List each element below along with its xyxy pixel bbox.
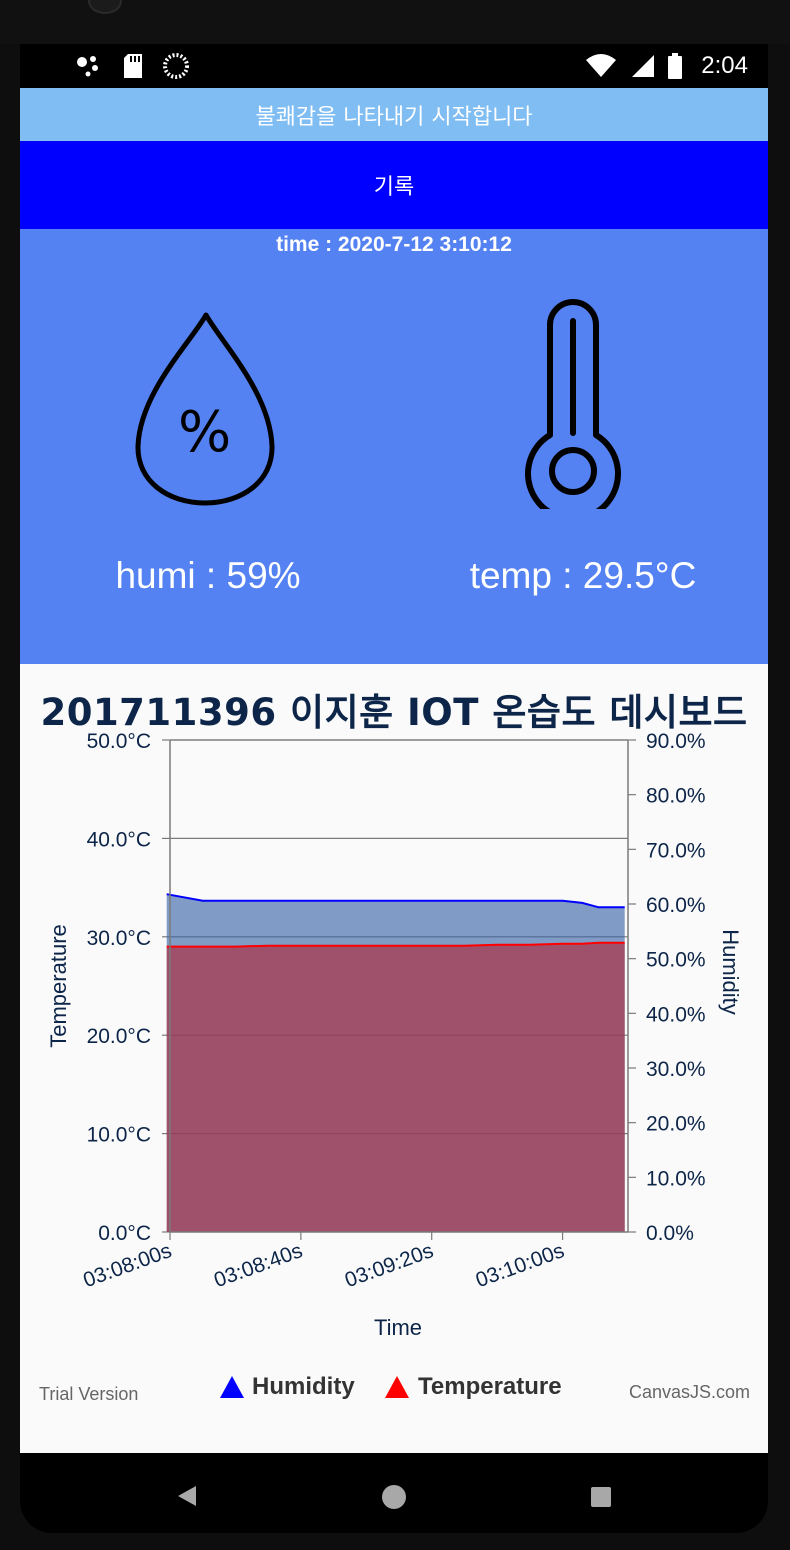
back-icon[interactable] [176,1485,198,1507]
y-tick-label: 50.0°C [87,730,151,753]
measurement-time: time : 2020-7-12 3:10:12 [276,233,512,256]
humidity-legend-marker [220,1376,244,1398]
battery-icon [668,53,683,79]
thermometer-icon [525,299,621,509]
trial-version-watermark: Trial Version [39,1384,138,1404]
sd-card-icon [124,54,142,78]
legend-humidity: Humidity [252,1373,355,1400]
y-tick-label: 30.0°C [87,927,151,950]
humidity-drop-icon: % [135,312,275,506]
status-bar: 2:04 [20,44,768,88]
x-axis-title: Time [374,1315,422,1340]
wifi-icon [586,54,617,77]
x-tick-label: 03:08:40s [211,1239,306,1292]
sensor-panel: time : 2020-7-12 3:10:12 % humi : 59% te… [20,229,768,664]
canvasjs-watermark: CanvasJS.com [629,1382,750,1402]
y2-tick-label: 30.0% [646,1058,706,1081]
svg-text:%: % [178,400,231,465]
signal-icon [632,55,655,77]
status-system: 2:04 [585,52,748,80]
x-tick-label: 03:09:20s [342,1239,437,1292]
y2-tick-label: 60.0% [646,894,706,917]
y-tick-label: 40.0°C [87,828,151,851]
status-notifications [76,52,190,80]
status-time: 2:04 [701,52,748,79]
humidity-value: humi : 59% [115,555,301,596]
y2-tick-label: 0.0% [646,1222,694,1245]
record-button[interactable]: 기록 [20,141,768,229]
navigation-bar [20,1453,768,1533]
y-tick-label: 20.0°C [87,1025,151,1048]
comfort-status-banner: 불쾌감을 나타내기 시작합니다 [20,88,768,141]
temperature-value: temp : 29.5°C [469,555,697,596]
temperature-area [166,942,625,1232]
legend-temperature: Temperature [418,1373,562,1400]
device-bezel-top [0,0,790,44]
y2-tick-label: 40.0% [646,1003,706,1026]
front-camera [88,0,122,14]
x-tick-label: 03:10:00s [473,1239,568,1292]
x-tick-label: 03:08:00s [80,1239,175,1292]
y-tick-label: 0.0°C [98,1222,151,1245]
chart-container: 201711396 이지훈 IOT 온습도 데시보드 0.0°C 10.0°C 20… [20,664,768,1453]
temperature-legend-marker [385,1376,409,1398]
y-axis-title: Temperature [46,924,71,1048]
chart-svg: 0.0°C 10.0°C 20.0°C 30.0°C 40.0°C 50.0°C 0.0% 1… [39,730,750,1404]
y2-tick-label: 70.0% [646,839,706,862]
y2-tick-label: 10.0% [646,1167,706,1190]
phone-screen: 2:04 불쾌감을 나타내기 시작합니다 기록 time : 2020-7-12… [20,44,768,1453]
y2-tick-label: 50.0% [646,949,706,972]
y2-tick-label: 90.0% [646,730,706,753]
recents-icon[interactable] [590,1486,612,1508]
y2-tick-label: 80.0% [646,785,706,808]
home-icon[interactable] [381,1484,407,1510]
y2-axis-title: Humidity [718,929,743,1015]
sync-circle-icon [163,53,189,79]
assistant-icon [77,56,98,77]
y-tick-label: 10.0°C [87,1124,151,1147]
y2-tick-label: 20.0% [646,1113,706,1136]
